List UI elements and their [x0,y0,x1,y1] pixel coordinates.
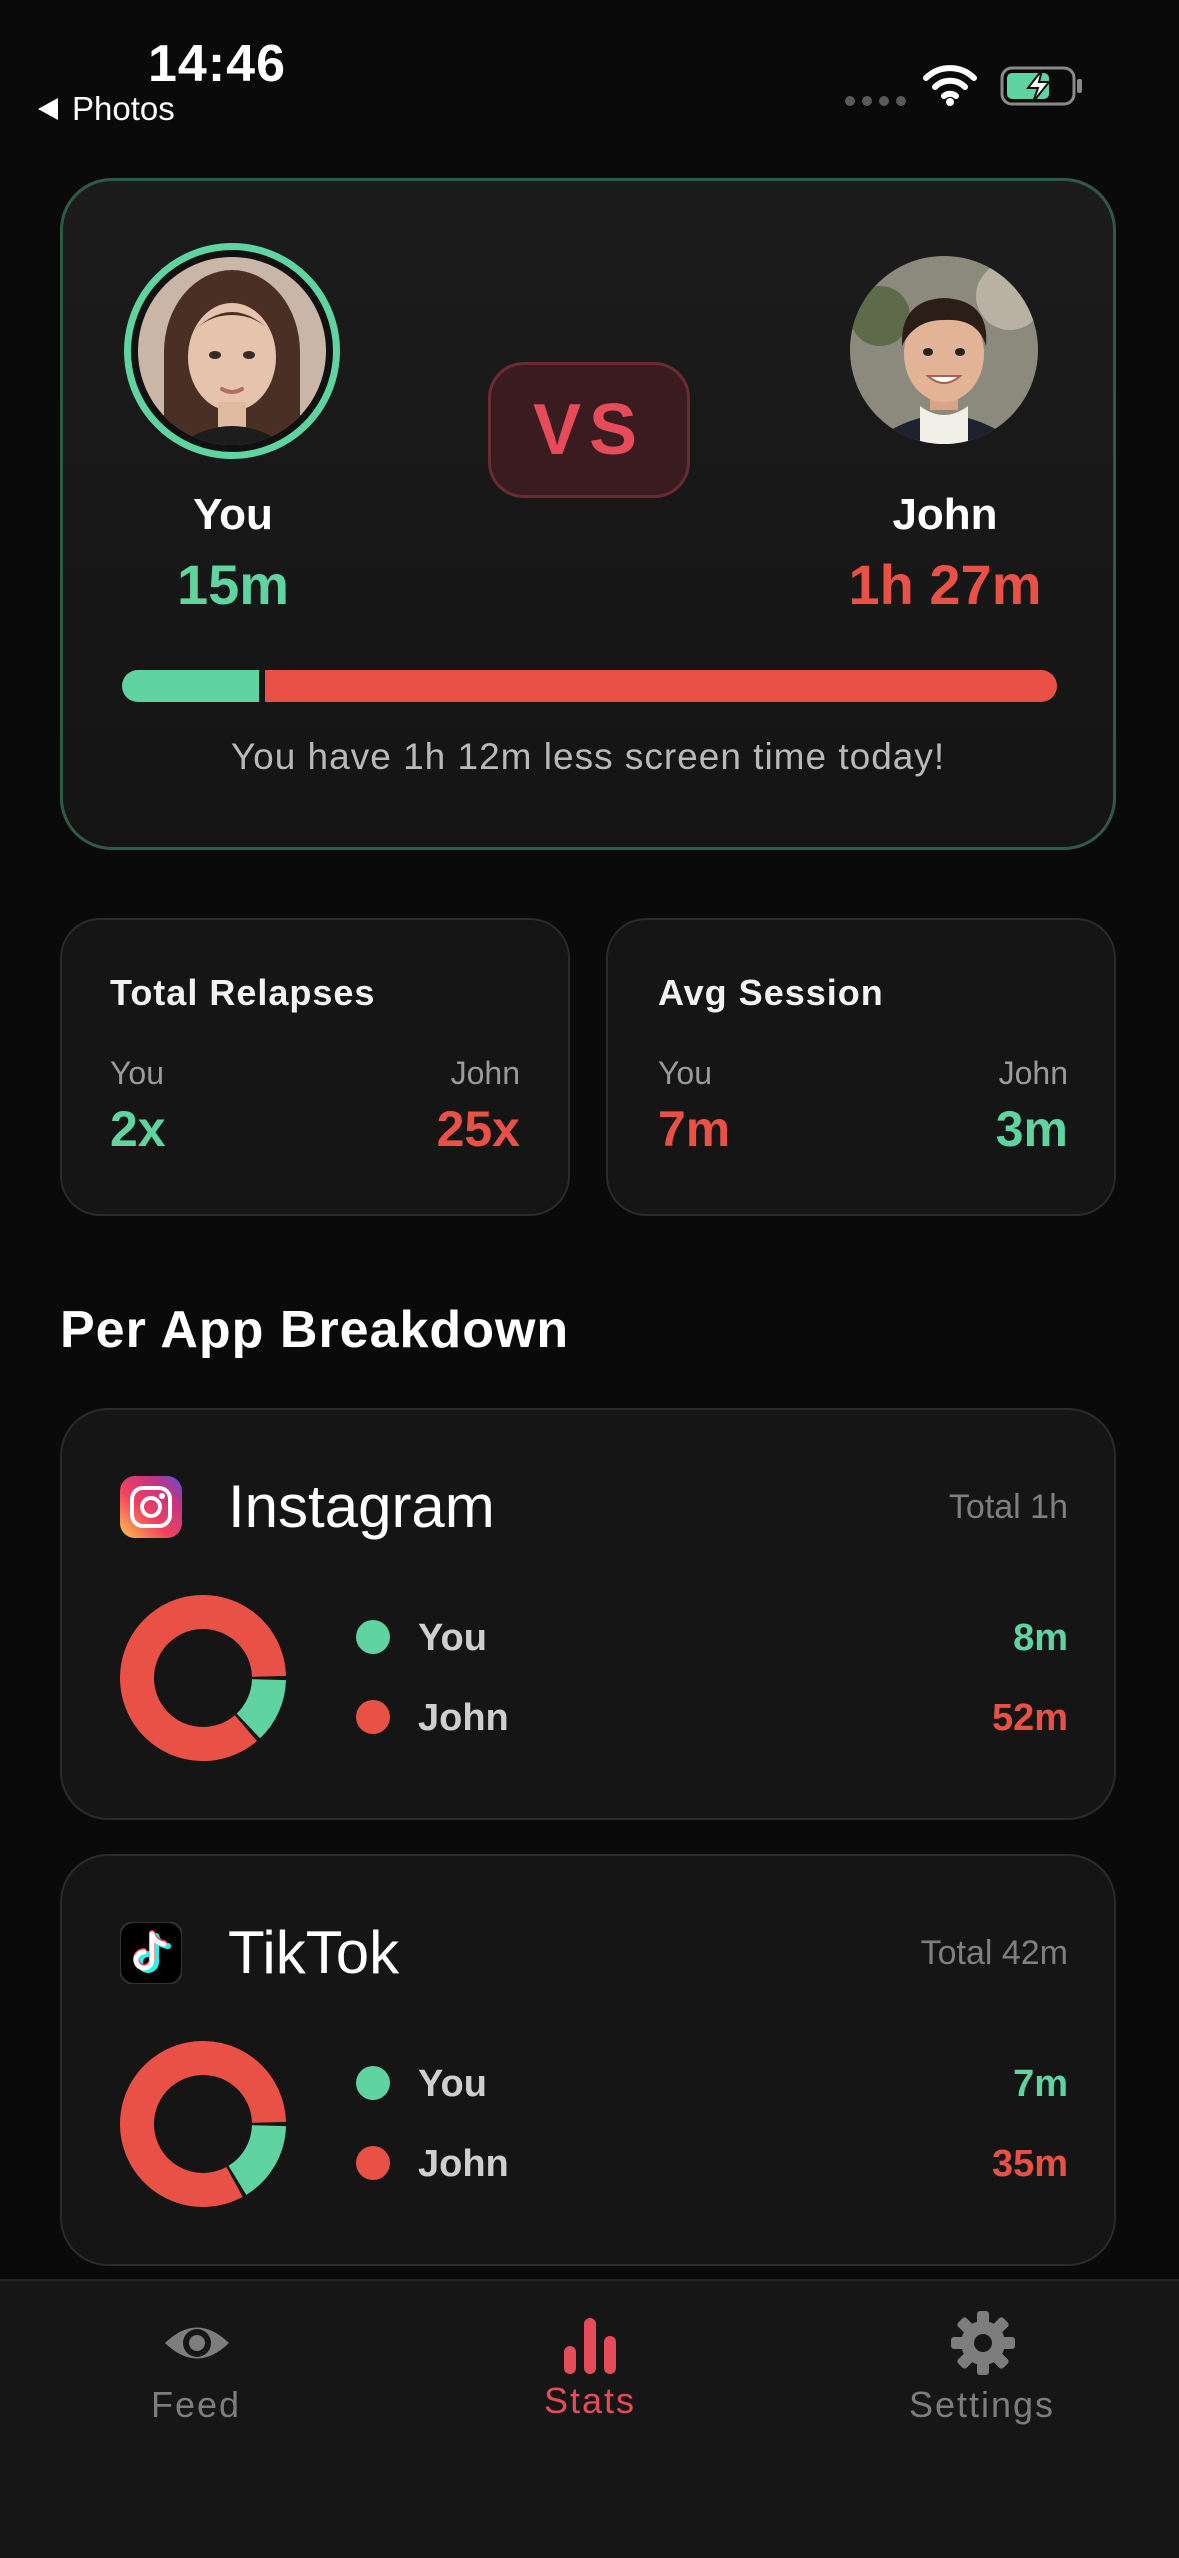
legend-you-value: 7m [1013,2063,1068,2105]
legend-you-label: You [418,2063,487,2105]
status-time: 14:46 [148,35,286,93]
tab-feed[interactable]: Feed [46,2300,346,2440]
opponent-name: John [892,490,998,539]
opponent-share-bar [265,670,1057,702]
back-to-photos-link[interactable]: Photos [38,90,175,128]
tab-settings[interactable]: Settings [832,2300,1132,2440]
tab-stats[interactable]: Stats [440,2300,740,2440]
instagram-icon [120,1476,182,1538]
back-arrow-icon [38,98,58,120]
stat-john-label: John [998,1055,1068,1091]
instagram-donut-chart [120,1595,286,1761]
stat-you-value: 2x [110,1101,166,1157]
gear-icon [951,2311,1015,2375]
legend-john-value: 35m [991,2143,1068,2185]
stat-you-value: 7m [658,1101,731,1157]
user-screen-time: 15m [176,553,290,616]
section-title: Per App Breakdown [60,1301,570,1359]
john-legend-dot [356,1700,390,1734]
battery-charging-icon [1000,66,1082,106]
legend-john-label: John [418,1697,509,1739]
tab-label: Feed [150,2384,242,2425]
stat-john-value: 3m [995,1101,1068,1157]
legend-john-label: John [418,2143,509,2185]
stat-john-label: John [450,1055,520,1091]
tiktok-donut-chart [120,2041,286,2207]
stat-you-label: You [110,1055,164,1091]
user-avatar[interactable] [124,243,340,459]
legend-john-value: 52m [991,1697,1068,1739]
legend-you-label: You [418,1617,487,1659]
app-total: Total 1h [948,1488,1068,1526]
opponent-screen-time: 1h 27m [848,553,1042,616]
stat-you-label: You [658,1055,712,1091]
stat-title: Avg Session [658,972,884,1013]
tiktok-icon [120,1922,182,1984]
tab-label: Settings [908,2384,1056,2425]
wifi-icon [923,65,977,106]
user-share-bar [122,670,259,702]
tab-label: Stats [543,2380,637,2421]
comparison-message: You have 1h 12m less screen time today! [230,736,946,777]
stat-title: Total Relapses [110,972,376,1013]
user-name: You [193,490,273,539]
screen-time-comparison-bar [122,670,1057,702]
eye-icon [165,2327,229,2359]
donut-slice-you [227,2124,286,2195]
john-legend-dot [356,2146,390,2180]
bar-chart-icon [564,2318,616,2374]
app-total: Total 42m [920,1934,1068,1972]
app-name: Instagram [228,1473,495,1540]
versus-badge: VS [488,362,690,498]
legend-you-value: 8m [1013,1617,1068,1659]
back-label: Photos [72,90,175,127]
you-legend-dot [356,1620,390,1654]
cellular-signal-icon [845,96,906,106]
opponent-avatar[interactable] [850,256,1038,444]
donut-slice-you [236,1678,286,1739]
stat-john-value: 25x [436,1101,520,1157]
you-legend-dot [356,2066,390,2100]
app-name: TikTok [228,1919,400,1986]
